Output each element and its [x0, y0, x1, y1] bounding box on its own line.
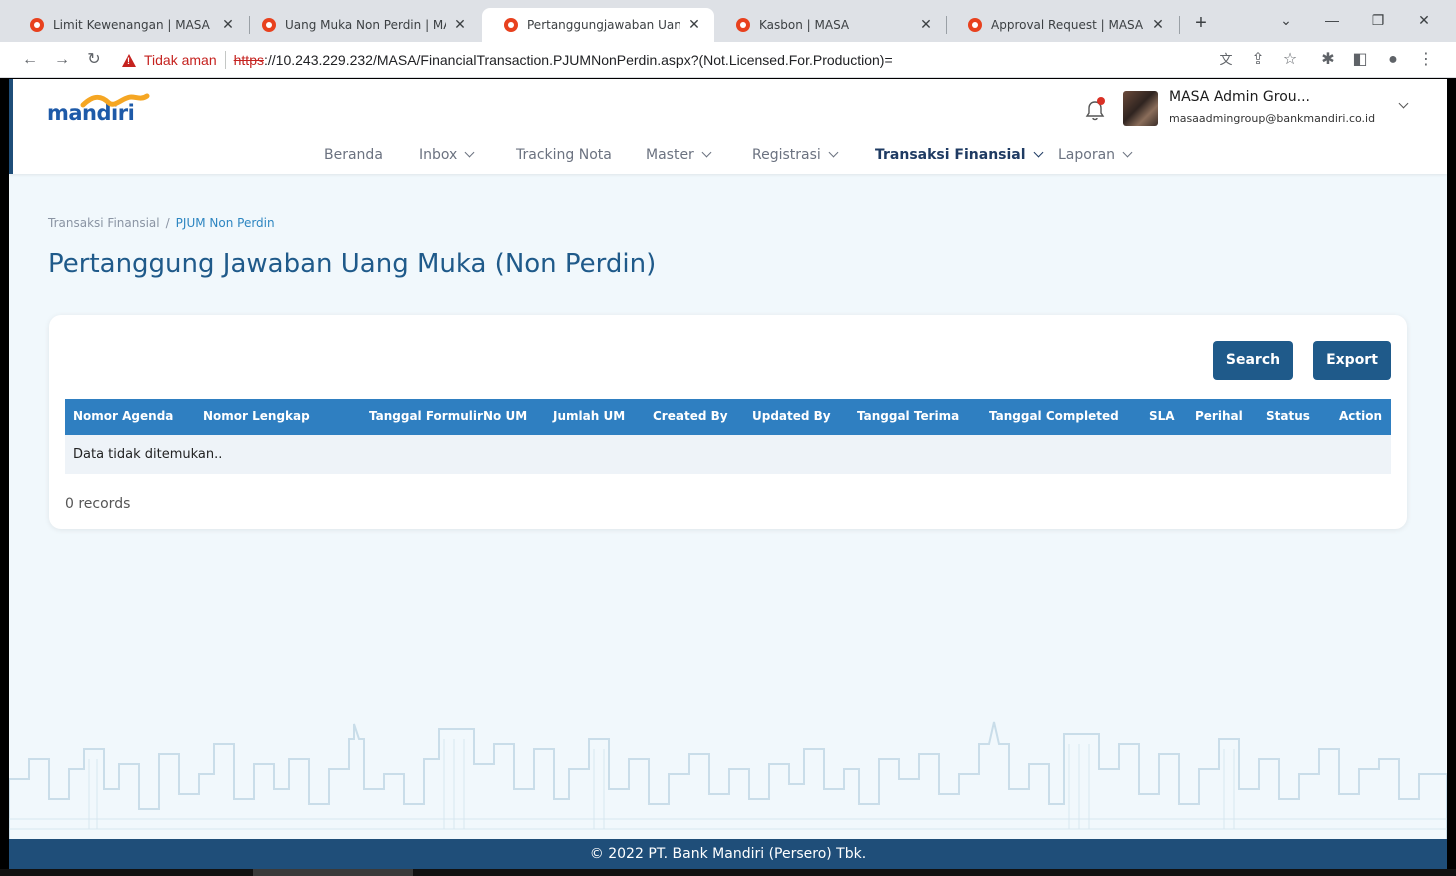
column-header[interactable]: Tanggal Terima: [857, 409, 959, 423]
nav-item-beranda[interactable]: Beranda: [324, 147, 383, 163]
breadcrumb-current: PJUM Non Perdin: [175, 216, 275, 230]
side-panel-icon[interactable]: ◧: [1350, 50, 1370, 70]
empty-message: Data tidak ditemukan..: [73, 447, 223, 462]
close-tab-icon[interactable]: ✕: [220, 17, 236, 33]
city-skyline-illustration: [9, 721, 1447, 839]
tab-title: Approval Request | MASA: [991, 18, 1144, 32]
search-button[interactable]: Search: [1213, 341, 1293, 380]
security-status[interactable]: Tidak aman: [144, 52, 217, 68]
breadcrumb-separator: /: [165, 216, 170, 230]
browser-tab-active[interactable]: Pertanggungjawaban Uang Mu ✕: [482, 8, 714, 42]
share-icon[interactable]: ⇪: [1248, 50, 1268, 70]
new-tab-icon[interactable]: +: [1190, 12, 1212, 35]
column-header[interactable]: Tanggal Completed: [989, 409, 1119, 423]
nav-item-master[interactable]: Master: [646, 147, 712, 163]
url-scheme: https: [233, 52, 264, 68]
main-navigation: Beranda Inbox Tracking Nota Master Regis…: [13, 145, 1447, 169]
app-header: mandiri MASA Admin Grou... masaadmingrou…: [9, 79, 1447, 174]
close-tab-icon[interactable]: ✕: [686, 17, 702, 33]
column-header[interactable]: Status: [1266, 409, 1310, 423]
site-favicon-icon: [262, 18, 276, 32]
nav-item-inbox[interactable]: Inbox: [419, 147, 475, 163]
breadcrumb: Transaksi Finansial / PJUM Non Perdin: [48, 216, 275, 230]
nav-item-registrasi[interactable]: Registrasi: [752, 147, 839, 163]
column-header[interactable]: Tanggal Formulir: [369, 409, 483, 423]
nav-item-transaksi-finansial[interactable]: Transaksi Finansial: [875, 147, 1044, 163]
column-header[interactable]: No UM: [483, 409, 527, 423]
close-tab-icon[interactable]: ✕: [918, 17, 934, 33]
results-card: Search Export Nomor Agenda Nomor Lengkap…: [49, 315, 1407, 529]
forward-icon[interactable]: →: [52, 50, 72, 70]
user-email: masaadmingroup@bankmandiri.co.id: [1169, 112, 1376, 125]
taskbar-item[interactable]: [253, 869, 413, 876]
browser-tab-strip: Limit Kewenangan | MASA ✕ Uang Muka Non …: [0, 0, 1456, 42]
site-favicon-icon: [30, 18, 44, 32]
tab-title: Pertanggungjawaban Uang Mu: [527, 18, 680, 32]
tab-title: Kasbon | MASA: [759, 18, 850, 32]
tab-search-icon[interactable]: ⌄: [1276, 12, 1296, 29]
column-header[interactable]: Nomor Agenda: [73, 409, 173, 423]
profile-icon[interactable]: ●: [1383, 50, 1403, 70]
browser-tab[interactable]: Uang Muka Non Perdin | MASA ✕: [240, 8, 480, 42]
page-title: Pertanggung Jawaban Uang Muka (Non Perdi…: [48, 249, 657, 279]
divider: [224, 51, 226, 69]
nav-item-tracking-nota[interactable]: Tracking Nota: [516, 147, 612, 163]
extensions-icon[interactable]: ✱: [1318, 50, 1338, 70]
web-page: mandiri MASA Admin Grou... masaadmingrou…: [9, 79, 1447, 876]
close-tab-icon[interactable]: ✕: [1150, 17, 1166, 33]
column-header[interactable]: Created By: [653, 409, 728, 423]
restore-icon[interactable]: ❐: [1368, 12, 1388, 29]
site-favicon-icon: [504, 18, 518, 32]
os-taskbar: [0, 869, 1456, 876]
user-menu-chevron-icon[interactable]: [1391, 97, 1409, 113]
browser-tab[interactable]: Approval Request | MASA ✕: [946, 8, 1178, 42]
close-tab-icon[interactable]: ✕: [452, 17, 468, 33]
menu-icon[interactable]: ⋮: [1416, 50, 1436, 70]
nav-item-laporan[interactable]: Laporan: [1058, 147, 1133, 163]
address-bar[interactable]: Tidak aman https ://10.243.229.232/MASA/…: [112, 46, 1204, 74]
reload-icon[interactable]: ↻: [84, 50, 104, 70]
close-window-icon[interactable]: ✕: [1414, 12, 1434, 29]
chevron-down-icon: [701, 147, 712, 158]
tab-title: Uang Muka Non Perdin | MASA: [285, 18, 446, 32]
site-favicon-icon: [736, 18, 750, 32]
url-text: ://10.243.229.232/MASA/FinancialTransact…: [263, 52, 893, 68]
column-header[interactable]: Nomor Lengkap: [203, 409, 310, 423]
chevron-down-icon: [828, 147, 839, 158]
back-icon[interactable]: ←: [20, 50, 40, 70]
bookmark-star-icon[interactable]: ☆: [1280, 50, 1300, 70]
user-avatar[interactable]: [1123, 91, 1158, 126]
chevron-down-icon: [1122, 147, 1133, 158]
user-name: MASA Admin Grou...: [1169, 89, 1310, 105]
notification-bell-icon[interactable]: [1083, 97, 1107, 123]
chevron-down-icon: [464, 147, 475, 158]
browser-tab[interactable]: Kasbon | MASA ✕: [714, 8, 946, 42]
column-header[interactable]: Action: [1339, 409, 1382, 423]
column-header[interactable]: Jumlah UM: [553, 409, 625, 423]
table-header: Nomor Agenda Nomor Lengkap Tanggal Formu…: [65, 399, 1391, 435]
chevron-down-icon: [1033, 147, 1044, 158]
logo-wave-icon: [80, 93, 150, 108]
column-header[interactable]: Updated By: [752, 409, 831, 423]
tab-title: Limit Kewenangan | MASA: [53, 18, 210, 32]
table-row: Data tidak ditemukan..: [65, 435, 1391, 474]
record-count: 0 records: [65, 496, 131, 512]
minimize-icon[interactable]: —: [1322, 12, 1342, 28]
browser-tab[interactable]: Limit Kewenangan | MASA ✕: [8, 8, 248, 42]
browser-toolbar: ← → ↻ Tidak aman https ://10.243.229.232…: [0, 42, 1456, 78]
site-favicon-icon: [968, 18, 982, 32]
mandiri-logo[interactable]: mandiri: [47, 91, 157, 131]
column-header[interactable]: Perihal: [1195, 409, 1243, 423]
warning-icon: [122, 53, 136, 67]
translate-icon[interactable]: 文: [1216, 50, 1236, 70]
export-button[interactable]: Export: [1313, 341, 1391, 380]
tab-divider: [1179, 16, 1180, 34]
breadcrumb-parent[interactable]: Transaksi Finansial: [48, 216, 160, 230]
column-header[interactable]: SLA: [1149, 409, 1175, 423]
